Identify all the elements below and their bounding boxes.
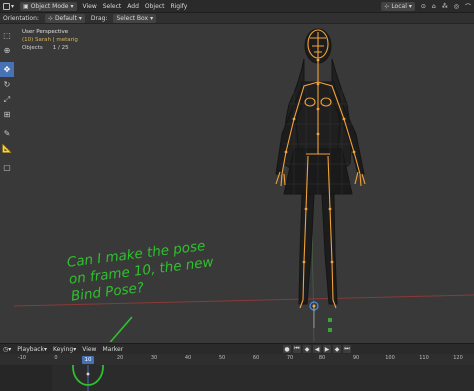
tick-label: 80 — [318, 355, 326, 361]
tick-label: 100 — [385, 355, 395, 361]
collection-label: (10) Sarah | metarig — [22, 37, 78, 43]
proportional-editing-button[interactable]: ◎ — [451, 0, 462, 13]
mode-label: Object Mode — [30, 2, 69, 10]
menu-playback-label: Playback — [17, 345, 45, 353]
orientation-dropdown[interactable]: ⊹ Default ▾ — [42, 12, 88, 25]
move-tool-button[interactable]: ✥ — [0, 62, 14, 77]
rotate-tool-button[interactable]: ↻ — [0, 77, 14, 92]
select-tool-button[interactable]: ⬚ — [0, 28, 14, 43]
tick-label: 110 — [419, 355, 429, 361]
record-button[interactable]: ● — [283, 345, 291, 353]
character-mesh — [275, 28, 365, 305]
tick-label: 30 — [150, 355, 158, 361]
orientation-value: Default — [54, 14, 77, 22]
orientation-axis-icon: ⊹ — [384, 2, 390, 10]
menu-keying-label: Keying — [53, 345, 74, 353]
jump-end-button[interactable]: ⏭ — [343, 345, 351, 353]
chevron-down-icon: ▾ — [78, 14, 82, 22]
objects-label: Objects — [22, 45, 43, 51]
next-keyframe-button[interactable]: ◆ — [333, 345, 341, 353]
tick-label: 90 — [352, 355, 360, 361]
snap-target-button[interactable]: ⁂ — [439, 0, 451, 13]
orientation-space-label: Local — [391, 2, 407, 10]
menu-rigify[interactable]: Rigify — [167, 0, 190, 13]
editor-type-icon — [3, 2, 10, 10]
chevron-down-icon: ▾ — [408, 2, 412, 10]
playback-controls: ● ⏮ ◆ ◀ ▶ ◆ ⏭ — [283, 345, 351, 353]
orientation-icon: ⊹ — [47, 14, 53, 22]
perspective-label: User Perspective — [22, 29, 69, 35]
timeline-track — [0, 348, 104, 391]
drag-label: Drag: — [90, 14, 108, 22]
objects-value: 1 / 25 — [52, 45, 69, 51]
proportional-falloff-button[interactable]: ⌒ — [462, 0, 474, 13]
prev-keyframe-button[interactable]: ◆ — [303, 345, 311, 353]
tick-label: 70 — [286, 355, 294, 361]
object-mode-icon: ▣ — [23, 2, 29, 10]
objects-stat: Objects 1 / 25 — [22, 44, 78, 52]
orientation-label: Orientation: — [3, 14, 39, 22]
measure-tool-button[interactable]: 📐 — [0, 141, 14, 156]
play-button[interactable]: ▶ — [323, 345, 331, 353]
cursor-tool-button[interactable]: ⊕ — [0, 43, 14, 58]
timeline-header: ◷▾ Playback ▾ Keying ▾ View Marker — [0, 343, 474, 354]
snap-toggle[interactable]: ⌂ — [429, 0, 439, 13]
tick-label: 20 — [116, 355, 124, 361]
drag-value: Select Box — [116, 14, 149, 22]
chevron-down-icon: ▾ — [70, 2, 74, 10]
annotate-tool-button[interactable]: ✎ — [0, 126, 14, 141]
timeline-body[interactable] — [0, 348, 474, 391]
tick-label: 60 — [252, 355, 260, 361]
pivot-point-button[interactable]: ⊙ — [418, 0, 429, 13]
scale-tool-button[interactable]: ⤢ — [0, 92, 14, 107]
tool-settings-bar: Orientation: ⊹ Default ▾ Drag: Select Box ▾ — [0, 13, 474, 24]
current-frame-indicator[interactable]: 10 — [82, 356, 94, 364]
add-cube-tool-button[interactable]: ▢ — [0, 160, 14, 175]
transform-orientation-selector[interactable]: ⊹ Local ▾ — [378, 0, 418, 13]
tick-label: 40 — [184, 355, 192, 361]
transform-tool-button[interactable]: ⊞ — [0, 107, 14, 122]
jump-start-button[interactable]: ⏮ — [293, 345, 301, 353]
chevron-down-icon: ▾ — [150, 14, 154, 22]
tick-label: 50 — [218, 355, 226, 361]
tool-shelf: ⬚ ⊕ ✥ ↻ ⤢ ⊞ ✎ 📐 ▢ — [0, 28, 14, 175]
viewport-info-overlay: User Perspective (10) Sarah | metarig Ob… — [22, 28, 78, 52]
tick-label: 0 — [54, 355, 58, 361]
tick-label: 120 — [453, 355, 463, 361]
timeline-ruler[interactable]: -10 0 20 30 40 50 60 70 80 90 100 110 12… — [0, 354, 474, 365]
tick-label: -10 — [17, 355, 27, 361]
drag-dropdown[interactable]: Select Box ▾ — [110, 12, 159, 25]
play-reverse-button[interactable]: ◀ — [313, 345, 321, 353]
